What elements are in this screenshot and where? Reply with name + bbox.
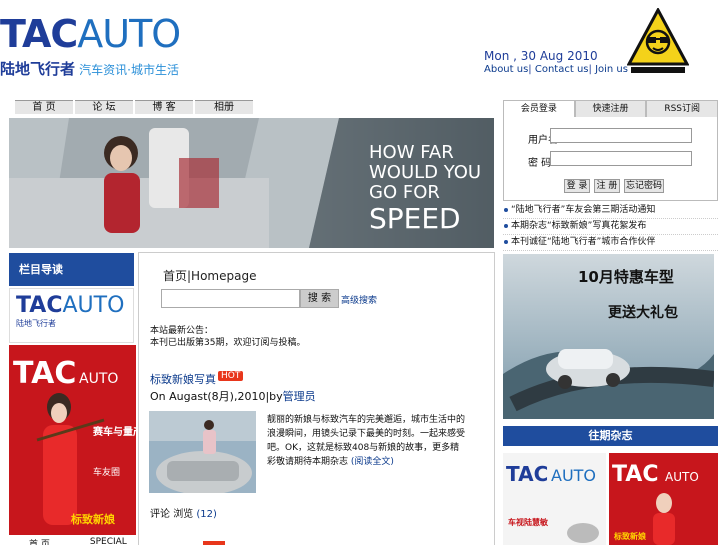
forgot-password-button[interactable]: 忘记密码 (624, 179, 664, 193)
news-list: “陆地飞行者”车友会第三期活动通知 本期杂志“标致新娘”写真花絮发布 本刊诚征“… (503, 203, 718, 251)
left-footer: 首 页 SPECIAL (9, 537, 134, 545)
left-footer-home[interactable]: 首 页 (29, 537, 50, 545)
svg-text:TAC: TAC (506, 462, 548, 486)
nav-album[interactable]: 相册 (195, 100, 253, 114)
svg-text:赛车与量产: 赛车与量产 (92, 425, 136, 438)
column-guide-heading: 栏目导读 (9, 253, 134, 286)
next-post-hot-badge (203, 541, 225, 545)
svg-text:AUTO: AUTO (551, 466, 596, 485)
magazine-cover-image: TAC AUTO 赛车与量产 车友圈 标致新娘 (9, 345, 136, 535)
password-label: 密 码 (528, 158, 552, 169)
post-author-link[interactable]: 管理员 (283, 390, 316, 403)
contact-us-link[interactable]: Contact us (535, 64, 589, 75)
main-content: 首页|Homepage 搜 索 高级搜索 本站最新公告： 本刊已出版第35期，欢… (138, 252, 495, 545)
past-issue-1[interactable]: TAC AUTO 车视陆慧敏 (503, 453, 606, 545)
magazine-cover[interactable]: TAC AUTO 赛车与量产 车友圈 标致新娘 (9, 345, 136, 535)
logo-cn: 陆地飞行者 (0, 60, 76, 78)
svg-text:TAC: TAC (13, 356, 76, 391)
breadcrumb: 首页|Homepage (163, 269, 257, 283)
mascot-logo (627, 8, 689, 73)
logo-tac: TAC (0, 12, 78, 56)
svg-text:车视陆慧敏: 车视陆慧敏 (508, 517, 548, 527)
past-issues-heading: 往期杂志 (503, 426, 718, 446)
banner-line-4: SPEED (369, 202, 461, 235)
past-issue-2[interactable]: TAC AUTO 标致新娘 (609, 453, 718, 545)
post-meta: On Augast(8月),2010|by管理员 (150, 390, 316, 403)
ad-subline: 更送大礼包 (608, 305, 678, 321)
register-button[interactable]: 注 册 (594, 179, 620, 193)
news-item[interactable]: 本期杂志“标致新娘”写真花絮发布 (503, 219, 718, 235)
post-title: 标致新娘写真 HOT (150, 371, 244, 387)
password-input[interactable] (550, 151, 692, 166)
banner-photo: HOW FAR WOULD YOU GO FOR SPEED (9, 118, 494, 248)
tab-rss[interactable]: RSS订阅 (646, 100, 719, 118)
join-us-link[interactable]: Join us (595, 64, 628, 75)
left-footer-special[interactable]: SPECIAL (90, 537, 127, 545)
svg-text:标致新娘: 标致新娘 (70, 512, 115, 526)
search-input[interactable] (161, 289, 300, 308)
hot-badge: HOT (218, 371, 244, 381)
mini-logo[interactable]: TACAUTO 陆地飞行者 (9, 288, 134, 343)
login-tabs: 会员登录 快速注册 RSS订阅 (503, 100, 719, 118)
comment-link[interactable]: 评论 (150, 509, 170, 520)
tab-register[interactable]: 快速注册 (574, 100, 647, 118)
svg-text:车友圈: 车友圈 (93, 466, 120, 478)
site-logo[interactable]: TACAUTO 陆地飞行者 汽车资讯·城市生活 (0, 14, 200, 80)
site-notice: 本站最新公告： 本刊已出版第35期，欢迎订阅与投稿。 (150, 326, 306, 348)
post-title-link[interactable]: 标致新娘写真 (150, 373, 216, 386)
top-links: About us| Contact us| Join us (484, 64, 628, 75)
svg-text:AUTO: AUTO (79, 371, 118, 387)
hero-banner[interactable]: HOW FAR WOULD YOU GO FOR SPEED (9, 118, 494, 248)
about-us-link[interactable]: About us (484, 64, 528, 75)
banner-line-3: GO FOR (369, 182, 440, 203)
banner-line-2: WOULD YOU (369, 162, 481, 183)
read-more-link[interactable]: (阅读全文) (351, 457, 394, 467)
post-excerpt: 靓丽的新娘与标致汽车的完美邂逅，城市生活中的浪漫瞬间，用镜头记录下最美的时刻。一… (267, 415, 466, 467)
login-box: 用户名 密 码 登 录 注 册 忘记密码 (503, 117, 718, 201)
news-item[interactable]: 本刊诚征“陆地飞行者”城市合作伙伴 (503, 235, 718, 251)
main-nav: 首 页 论 坛 博 客 相册 (15, 100, 257, 114)
svg-text:TAC: TAC (612, 462, 658, 487)
banner-line-1: HOW FAR (369, 142, 454, 163)
views-label: 浏览 (173, 509, 194, 520)
ad-headline: 10月特惠车型 (578, 268, 674, 286)
current-date: Mon , 30 Aug 2010 (484, 49, 598, 63)
tab-login[interactable]: 会员登录 (503, 100, 575, 118)
logo-tagline: 汽车资讯·城市生活 (79, 63, 179, 77)
svg-text:AUTO: AUTO (665, 470, 699, 484)
logo-auto: AUTO (77, 12, 181, 56)
svg-text:标致新娘: 标致新娘 (613, 531, 647, 541)
login-button[interactable]: 登 录 (564, 179, 590, 193)
search-button[interactable]: 搜 索 (300, 289, 339, 308)
nav-forum[interactable]: 论 坛 (75, 100, 133, 114)
comment-count[interactable]: (12) (196, 509, 217, 520)
post-footer: 评论 浏览 (12) (150, 505, 217, 520)
promo-ad[interactable]: 10月特惠车型 更送大礼包 (503, 254, 714, 419)
nav-home[interactable]: 首 页 (15, 100, 73, 114)
post-thumbnail[interactable] (149, 411, 256, 493)
advanced-search-link[interactable]: 高级搜索 (341, 293, 377, 306)
news-item[interactable]: “陆地飞行者”车友会第三期活动通知 (503, 203, 718, 219)
username-input[interactable] (550, 128, 692, 143)
nav-blog[interactable]: 博 客 (135, 100, 193, 114)
